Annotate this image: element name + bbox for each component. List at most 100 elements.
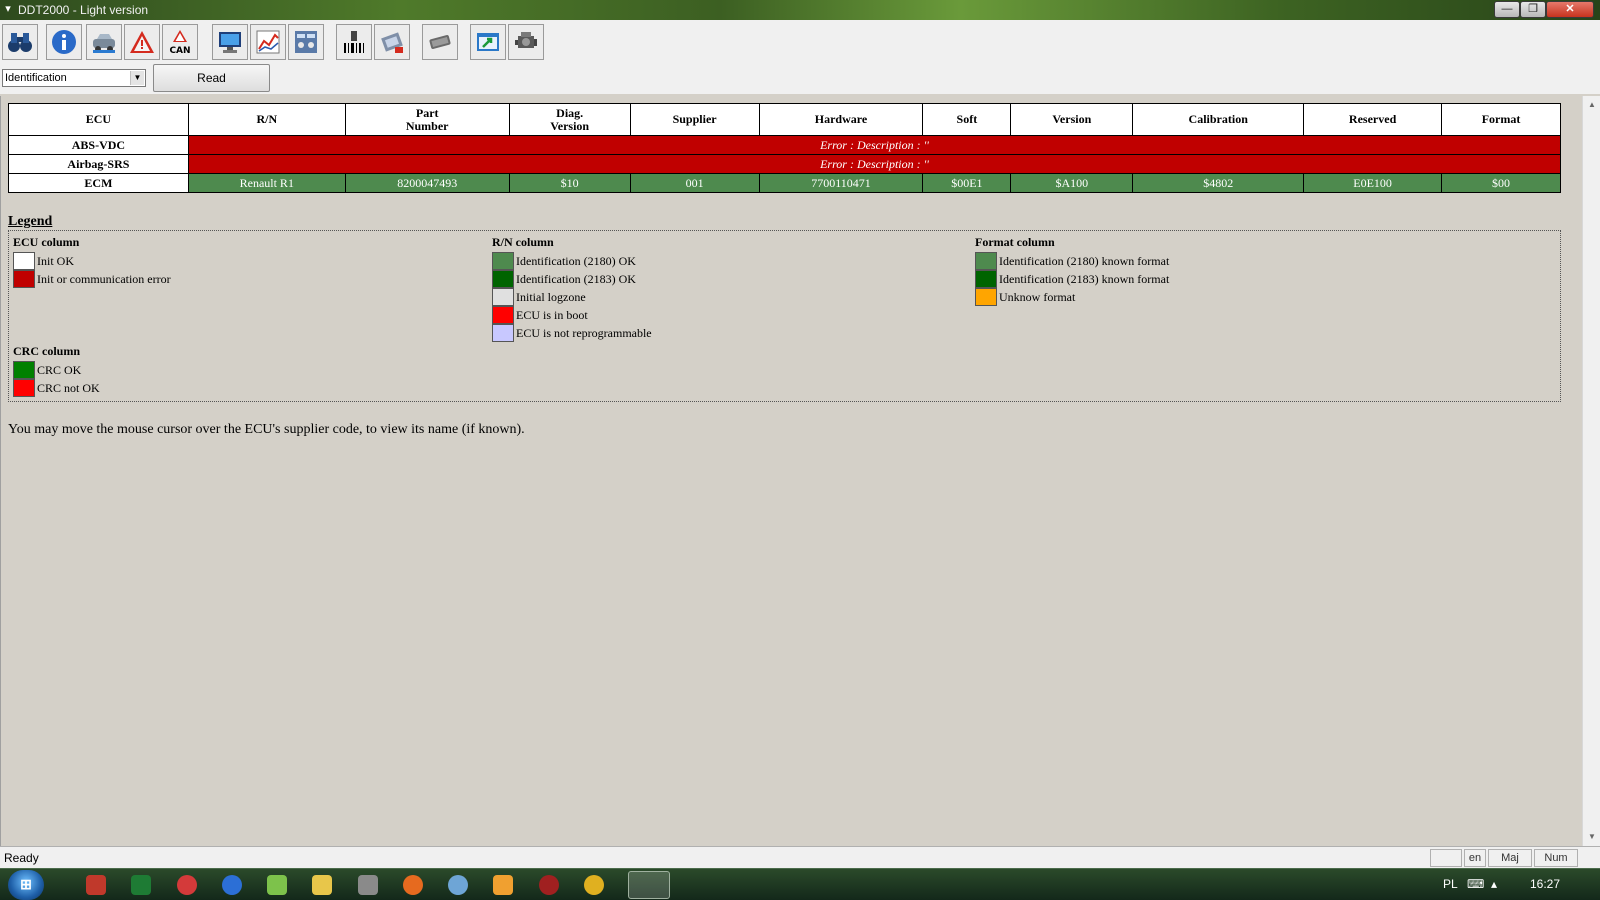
- media-icon[interactable]: [177, 875, 197, 895]
- firefox-icon[interactable]: [403, 875, 423, 895]
- color-swatch: [492, 306, 514, 324]
- reprogram-button[interactable]: [374, 24, 410, 60]
- tray-expand-icon[interactable]: ▴: [1491, 877, 1497, 891]
- table-row[interactable]: Airbag-SRS Error : Description : '': [8, 154, 1562, 174]
- table-row[interactable]: ECM Renault R1 8200047493 $10 001 770011…: [8, 173, 1561, 193]
- ecu-name-cell: ECM: [8, 173, 189, 193]
- scroll-down-icon[interactable]: ▼: [1585, 830, 1599, 844]
- legend-group-title: R/N column: [492, 235, 554, 249]
- legend-item-label: Init OK: [37, 254, 74, 268]
- legend-crc-column: CRC column CRC OK CRC not OK: [13, 344, 100, 397]
- minimize-button[interactable]: —: [1494, 1, 1520, 18]
- binoculars-icon: [8, 33, 32, 52]
- legend-item: ECU is in boot: [492, 306, 652, 324]
- taskbar: ⊞ PL ⌨ ▴ 16:27: [0, 868, 1600, 900]
- part-number-cell: 8200047493: [344, 173, 510, 193]
- col-header-reserved: Reserved: [1303, 103, 1443, 136]
- chart-button[interactable]: [250, 24, 286, 60]
- maximize-button[interactable]: ❐: [1520, 1, 1546, 18]
- error-cell: Error : Description : '': [187, 154, 1562, 174]
- warning-button[interactable]: [124, 24, 160, 60]
- folder-icon[interactable]: [312, 875, 332, 895]
- tray-language[interactable]: PL: [1443, 877, 1458, 891]
- color-swatch: [975, 252, 997, 270]
- close-button[interactable]: ✕: [1546, 1, 1594, 18]
- toolbar: CAN: [0, 20, 1600, 64]
- pin-icon[interactable]: [539, 875, 559, 895]
- read-button[interactable]: Read: [153, 64, 270, 92]
- binoculars-button[interactable]: [2, 24, 38, 60]
- legend-format-column: Format column Identification (2180) know…: [975, 235, 1169, 306]
- chevron-down-icon[interactable]: ▼: [130, 71, 144, 85]
- legend-item-label: Identification (2183) known format: [999, 272, 1170, 286]
- warning-icon: [130, 31, 154, 53]
- clock[interactable]: 16:27: [1530, 877, 1560, 891]
- col-header-format: Format: [1441, 103, 1561, 136]
- legend-item: Identification (2180) known format: [975, 252, 1169, 270]
- legend-item-label: Identification (2180) OK: [516, 254, 636, 268]
- ecu-name-cell: Airbag-SRS: [8, 154, 189, 174]
- col-header-version: Version: [1010, 103, 1134, 136]
- status-num: Num: [1534, 849, 1578, 867]
- status-lang: en: [1464, 849, 1486, 867]
- moon-icon[interactable]: [448, 875, 468, 895]
- col-header-calibration: Calibration: [1132, 103, 1305, 136]
- main-content: ECU R/N Part Number Diag. Version Suppli…: [0, 96, 1582, 846]
- svg-text:CAN: CAN: [169, 46, 190, 55]
- info-button[interactable]: [46, 24, 82, 60]
- col-header-hardware: Hardware: [758, 103, 924, 136]
- legend-item: Identification (2180) OK: [492, 252, 652, 270]
- system-menu-icon[interactable]: ▾: [1, 2, 15, 16]
- vertical-scrollbar[interactable]: ▲ ▼: [1582, 96, 1600, 846]
- excel-icon[interactable]: [131, 875, 151, 895]
- ecu-table: ECU R/N Part Number Diag. Version Suppli…: [8, 103, 1562, 193]
- supplier-cell[interactable]: 001: [629, 173, 760, 193]
- scroll-up-icon[interactable]: ▲: [1585, 98, 1599, 112]
- col-header-part-number: Part Number: [344, 103, 510, 136]
- mode-select[interactable]: Identification ▼: [2, 69, 146, 87]
- vehicle-icon: [93, 34, 115, 53]
- panel-button[interactable]: [288, 24, 324, 60]
- can-button[interactable]: CAN: [162, 24, 198, 60]
- camera-icon[interactable]: [358, 875, 378, 895]
- status-bar: Ready en Maj Num: [0, 846, 1600, 868]
- legend-item-label: ECU is not reprogrammable: [516, 326, 652, 340]
- flag-icon[interactable]: [267, 875, 287, 895]
- keyboard-icon[interactable]: ⌨: [1467, 877, 1484, 891]
- legend-item-label: Initial logzone: [516, 290, 586, 304]
- col-header-diag-version: Diag. Version: [508, 103, 631, 136]
- start-button[interactable]: ⊞: [8, 870, 44, 900]
- color-swatch: [492, 252, 514, 270]
- search-app-icon[interactable]: [584, 875, 604, 895]
- table-row[interactable]: ABS-VDC Error : Description : '': [8, 135, 1562, 155]
- col-header-supplier: Supplier: [629, 103, 760, 136]
- rn-cell: Renault R1: [187, 173, 346, 193]
- export-button[interactable]: [470, 24, 506, 60]
- player-icon[interactable]: [493, 875, 513, 895]
- engine-button[interactable]: [508, 24, 544, 60]
- status-caps: Maj: [1488, 849, 1532, 867]
- error-cell: Error : Description : '': [187, 135, 1562, 155]
- legend-group-title: Format column: [975, 235, 1055, 249]
- window-title: DDT2000 - Light version: [18, 3, 149, 17]
- legend-item-label: Identification (2183) OK: [516, 272, 636, 286]
- vehicle-button[interactable]: [86, 24, 122, 60]
- soft-cell: $00E1: [922, 173, 1012, 193]
- monitor-button[interactable]: [212, 24, 248, 60]
- hardware-cell: 7700110471: [758, 173, 924, 193]
- color-swatch: [975, 288, 997, 306]
- app-red-icon[interactable]: [86, 875, 106, 895]
- ddt2000-task-icon[interactable]: [628, 871, 670, 899]
- legend-group-title: ECU column: [13, 235, 80, 249]
- legend-rn-column: R/N column Identification (2180) OK Iden…: [492, 235, 652, 342]
- windows-logo-icon: ⊞: [20, 876, 32, 892]
- legend-item: CRC OK: [13, 361, 100, 379]
- lightning-icon[interactable]: [222, 875, 242, 895]
- legend-item: Unknow format: [975, 288, 1169, 306]
- barcode-button[interactable]: [336, 24, 372, 60]
- chip-button[interactable]: [422, 24, 458, 60]
- legend-item: Initial logzone: [492, 288, 652, 306]
- diag-version-cell: $10: [508, 173, 631, 193]
- monitor-icon: [219, 32, 241, 53]
- title-bar: ▾ DDT2000 - Light version — ❐ ✕: [0, 0, 1600, 20]
